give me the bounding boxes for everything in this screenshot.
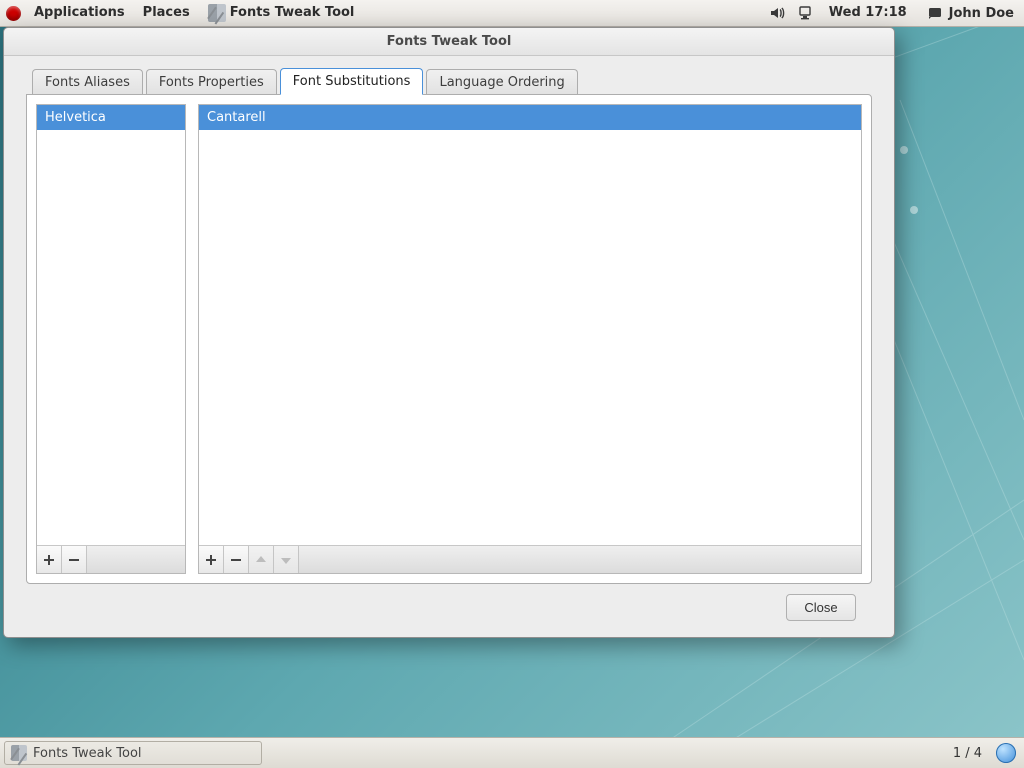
remove-substitute-button[interactable] <box>224 546 249 573</box>
fonts-tweak-icon <box>208 4 226 22</box>
remove-source-button[interactable] <box>62 546 87 573</box>
active-window-indicator[interactable]: Fonts Tweak Tool <box>199 0 364 26</box>
tab-bar: Fonts AliasesFonts PropertiesFont Substi… <box>26 65 872 94</box>
tab-font-substitutions[interactable]: Font Substitutions <box>280 68 424 95</box>
move-up-button[interactable] <box>249 546 274 573</box>
active-window-title: Fonts Tweak Tool <box>230 0 355 26</box>
list-item[interactable]: Cantarell <box>199 105 861 130</box>
menu-applications[interactable]: Applications <box>25 0 134 26</box>
source-fonts-list[interactable]: Helvetica <box>37 105 185 545</box>
network-icon[interactable] <box>797 5 813 21</box>
tab-language-ordering[interactable]: Language Ordering <box>426 69 577 94</box>
substitute-fonts-list[interactable]: Cantarell <box>199 105 861 545</box>
fonts-tweak-window: Fonts Tweak Tool Fonts AliasesFonts Prop… <box>3 27 895 638</box>
user-menu[interactable]: John Doe <box>917 5 1024 21</box>
tab-fonts-aliases[interactable]: Fonts Aliases <box>32 69 143 94</box>
substitute-fonts-pane: Cantarell <box>198 104 862 574</box>
list-item[interactable]: Helvetica <box>37 105 185 130</box>
fonts-tweak-icon <box>11 745 27 761</box>
add-source-button[interactable] <box>37 546 62 573</box>
top-panel: Applications Places Fonts Tweak Tool Wed… <box>0 0 1024 27</box>
volume-icon[interactable] <box>769 5 785 21</box>
close-button[interactable]: Close <box>786 594 856 621</box>
workspace-switcher-icon[interactable] <box>996 743 1016 763</box>
taskbar-entry-fonts-tweak[interactable]: Fonts Tweak Tool <box>4 741 262 765</box>
add-substitute-button[interactable] <box>199 546 224 573</box>
workspace-indicator[interactable]: 1 / 4 <box>943 746 992 761</box>
menu-places[interactable]: Places <box>134 0 199 26</box>
user-status-icon <box>927 5 943 21</box>
bottom-panel: Fonts Tweak Tool 1 / 4 <box>0 737 1024 768</box>
tab-fonts-properties[interactable]: Fonts Properties <box>146 69 277 94</box>
substitute-toolbar <box>199 545 861 573</box>
tab-font-substitutions: Helvetica Cantarell <box>26 94 872 584</box>
taskbar-entry-label: Fonts Tweak Tool <box>33 746 142 761</box>
distro-logo-icon <box>6 6 21 21</box>
source-toolbar <box>37 545 185 573</box>
window-titlebar[interactable]: Fonts Tweak Tool <box>4 28 894 56</box>
user-name: John Doe <box>949 6 1014 21</box>
source-fonts-pane: Helvetica <box>36 104 186 574</box>
clock[interactable]: Wed 17:18 <box>819 0 917 26</box>
move-down-button[interactable] <box>274 546 299 573</box>
